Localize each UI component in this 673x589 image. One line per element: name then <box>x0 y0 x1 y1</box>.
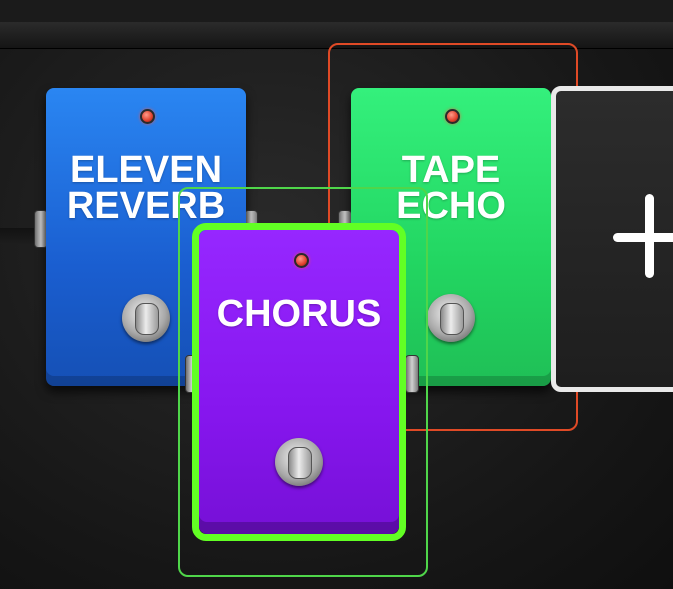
footswitch-cap <box>288 447 312 479</box>
footswitch-cap <box>135 303 159 335</box>
add-pedal-slot[interactable] <box>551 86 673 392</box>
reverb-led-icon <box>140 109 155 124</box>
plus-icon <box>613 233 673 242</box>
reverb-footswitch[interactable] <box>122 294 170 342</box>
pedal-chorus[interactable]: CHORUS <box>199 230 399 534</box>
plus-icon-vertical <box>645 194 654 278</box>
pedalboard-canvas: ELEVEN REVERB TAPE ECHO CHORUS <box>0 0 673 589</box>
chorus-footswitch[interactable] <box>275 438 323 486</box>
pedal-name: CHORUS <box>216 293 382 335</box>
chorus-output-jack-icon <box>405 355 419 393</box>
chorus-led-icon <box>294 253 309 268</box>
top-strip <box>0 0 673 23</box>
